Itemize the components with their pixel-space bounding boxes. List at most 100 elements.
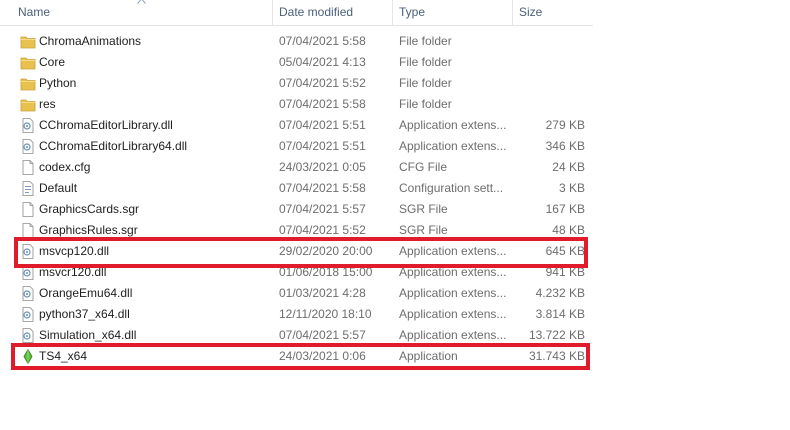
- file-icon: [20, 223, 36, 238]
- settings-file-icon: [20, 181, 36, 196]
- file-date-modified: 24/03/2021 0:05: [279, 160, 366, 174]
- file-type: CFG File: [399, 160, 447, 174]
- file-size: 24 KB: [552, 160, 585, 174]
- file-type: File folder: [399, 76, 452, 90]
- file-type: Application extens...: [399, 265, 507, 279]
- file-date-modified: 07/04/2021 5:52: [279, 76, 366, 90]
- file-size: 4.232 KB: [535, 286, 585, 300]
- dll-icon: [20, 265, 36, 280]
- column-header-date-modified[interactable]: Date modified: [273, 0, 393, 25]
- file-type: File folder: [399, 97, 452, 111]
- file-row[interactable]: ChromaAnimations 07/04/2021 5:58 File fold…: [0, 31, 600, 52]
- file-name: CChromaEditorLibrary64.dll: [39, 139, 188, 153]
- file-type: Application extens...: [399, 286, 507, 300]
- file-icon: [20, 160, 36, 175]
- file-icon: [20, 202, 36, 217]
- file-date-modified: 07/04/2021 5:51: [279, 118, 366, 132]
- file-type: Application extens...: [399, 328, 507, 342]
- file-name: Default: [39, 181, 78, 195]
- file-type: Configuration sett...: [399, 181, 504, 195]
- file-size: 3 KB: [558, 181, 585, 195]
- file-date-modified: 07/04/2021 5:52: [279, 223, 366, 237]
- column-header-size[interactable]: Size: [513, 0, 593, 25]
- file-name: msvcr120.dll: [39, 265, 107, 279]
- file-size: [505, 52, 585, 73]
- file-date-modified: 07/04/2021 5:51: [279, 139, 366, 153]
- file-name: codex.cfg: [39, 160, 91, 174]
- file-size: 13.722 KB: [528, 328, 585, 342]
- file-row[interactable]: Default 07/04/2021 5:58 Configuration sett…: [0, 178, 600, 199]
- file-size: [505, 73, 585, 94]
- folder-icon: [20, 76, 36, 91]
- file-name: Python: [39, 76, 77, 90]
- dll-icon: [20, 244, 36, 259]
- file-row[interactable]: GraphicsCards.sgr 07/04/2021 5:57 SGR File…: [0, 199, 600, 220]
- file-date-modified: 01/06/2018 15:00: [279, 265, 373, 279]
- file-name: Core: [39, 55, 66, 69]
- file-name: python37_x64.dll: [39, 307, 130, 321]
- file-date-modified: 07/04/2021 5:57: [279, 202, 366, 216]
- file-row[interactable]: res 07/04/2021 5:58 File folder: [0, 94, 600, 115]
- file-type: Application: [399, 349, 458, 363]
- file-size: 941 KB: [545, 265, 585, 279]
- file-date-modified: 07/04/2021 5:58: [279, 181, 366, 195]
- file-list: ChromaAnimations 07/04/2021 5:58 File fold…: [0, 31, 600, 367]
- file-row[interactable]: Core 05/04/2021 4:13 File folder: [0, 52, 600, 73]
- file-name: GraphicsCards.sgr: [39, 202, 140, 216]
- file-row[interactable]: TS4_x64 24/03/2021 0:06 Application 31.743 …: [0, 346, 600, 367]
- file-date-modified: 07/04/2021 5:58: [279, 34, 366, 48]
- file-row[interactable]: msvcr120.dll 01/06/2018 15:00 Application …: [0, 262, 600, 283]
- file-size: 31.743 KB: [528, 349, 585, 363]
- file-size: 167 KB: [545, 202, 585, 216]
- column-header-name[interactable]: Name: [0, 0, 273, 25]
- file-name: ChromaAnimations: [39, 34, 142, 48]
- column-header-name-label: Name: [18, 5, 51, 19]
- file-date-modified: 05/04/2021 4:13: [279, 55, 366, 69]
- file-row[interactable]: python37_x64.dll 12/11/2020 18:10 Applicat…: [0, 304, 600, 325]
- column-header-type-label: Type: [399, 5, 426, 19]
- file-type: Application extens...: [399, 244, 507, 258]
- file-type: File folder: [399, 55, 452, 69]
- file-row[interactable]: CChromaEditorLibrary64.dll 07/04/2021 5:5…: [0, 136, 600, 157]
- sort-ascending-icon: [137, 0, 146, 4]
- file-name: GraphicsRules.sgr: [39, 223, 138, 237]
- file-size: 346 KB: [545, 139, 585, 153]
- folder-icon: [20, 97, 36, 112]
- file-size: 279 KB: [545, 118, 585, 132]
- dll-icon: [20, 118, 36, 133]
- file-row[interactable]: CChromaEditorLibrary.dll 07/04/2021 5:51 A…: [0, 115, 600, 136]
- file-type: Application extens...: [399, 118, 507, 132]
- sims-app-icon: [20, 348, 36, 365]
- dll-icon: [20, 286, 36, 301]
- column-header-date-label: Date modified: [279, 5, 354, 19]
- column-header-type[interactable]: Type: [393, 0, 513, 25]
- file-date-modified: 29/02/2020 20:00: [279, 244, 373, 258]
- file-date-modified: 01/03/2021 4:28: [279, 286, 366, 300]
- file-type: Application extens...: [399, 139, 507, 153]
- file-name: OrangeEmu64.dll: [39, 286, 133, 300]
- file-row[interactable]: GraphicsRules.sgr 07/04/2021 5:52 SGR File…: [0, 220, 600, 241]
- file-row[interactable]: Python 07/04/2021 5:52 File folder: [0, 73, 600, 94]
- file-name: msvcp120.dll: [39, 244, 110, 258]
- file-type: SGR File: [399, 223, 448, 237]
- file-type: SGR File: [399, 202, 448, 216]
- file-row[interactable]: msvcp120.dll 29/02/2020 20:00 Application …: [0, 241, 600, 262]
- file-name: TS4_x64: [39, 349, 88, 363]
- file-size: 48 KB: [552, 223, 585, 237]
- file-type: Application extens...: [399, 307, 507, 321]
- file-size: [505, 94, 585, 115]
- file-date-modified: 07/04/2021 5:58: [279, 97, 366, 111]
- file-row[interactable]: OrangeEmu64.dll 01/03/2021 4:28 Applicatio…: [0, 283, 600, 304]
- file-row[interactable]: Simulation_x64.dll 07/04/2021 5:57 Applica…: [0, 325, 600, 346]
- file-row[interactable]: codex.cfg 24/03/2021 0:05 CFG File 24 KB: [0, 157, 600, 178]
- file-name: CChromaEditorLibrary.dll: [39, 118, 173, 132]
- file-date-modified: 07/04/2021 5:57: [279, 328, 366, 342]
- folder-icon: [20, 34, 36, 49]
- file-name: res: [39, 97, 56, 111]
- dll-icon: [20, 328, 36, 343]
- file-date-modified: 12/11/2020 18:10: [279, 307, 372, 321]
- column-header-size-label: Size: [519, 5, 543, 19]
- file-type: File folder: [399, 34, 452, 48]
- file-size: 645 KB: [545, 244, 585, 258]
- file-date-modified: 24/03/2021 0:06: [279, 349, 366, 363]
